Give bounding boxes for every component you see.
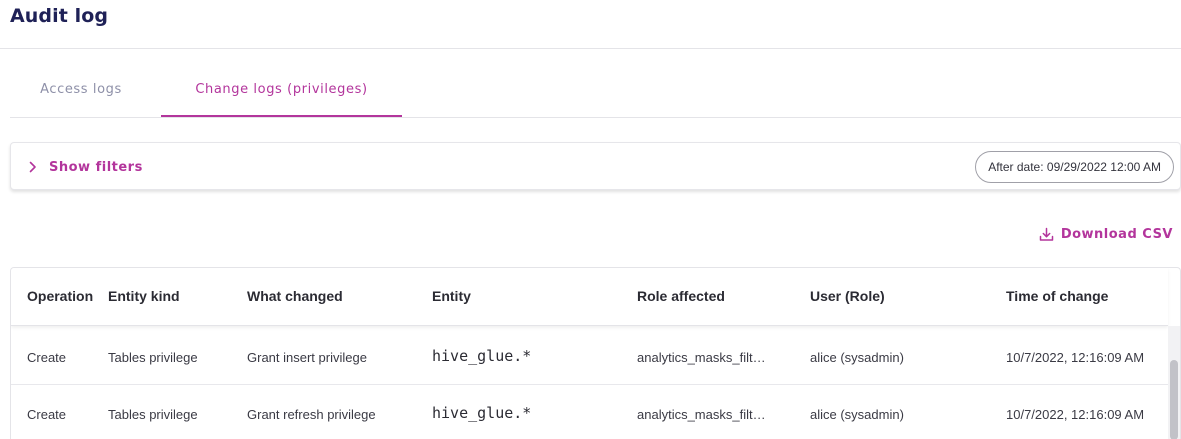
column-header-entity[interactable]: Entity: [432, 288, 471, 304]
table-header: Operation Entity kind What changed Entit…: [11, 268, 1168, 326]
cell-entity-kind: Tables privilege: [108, 407, 198, 422]
column-header-operation[interactable]: Operation: [27, 288, 93, 304]
tab-access-logs[interactable]: Access logs: [10, 70, 152, 117]
cell-entity: hive_glue.*: [432, 347, 532, 365]
column-header-time-of-change[interactable]: Time of change: [1006, 288, 1108, 304]
filters-panel: Show filters After date: 09/29/2022 12:0…: [10, 142, 1181, 190]
cell-time-of-change: 10/7/2022, 12:16:09 AM: [1006, 350, 1145, 365]
column-header-role-affected[interactable]: Role affected: [637, 288, 725, 304]
download-icon: [1039, 227, 1054, 241]
chevron-right-icon: [29, 161, 36, 173]
show-filters-toggle[interactable]: Show filters: [29, 156, 143, 178]
after-date-chip[interactable]: After date: 09/29/2022 12:00 AM: [975, 151, 1174, 183]
scrollbar-thumb[interactable]: [1170, 360, 1178, 439]
cell-what-changed: Grant refresh privilege: [247, 407, 376, 422]
table-row[interactable]: Create Tables privilege Grant insert pri…: [11, 328, 1168, 385]
cell-entity: hive_glue.*: [432, 404, 532, 422]
change-log-table: Operation Entity kind What changed Entit…: [10, 267, 1181, 439]
cell-entity-kind: Tables privilege: [108, 350, 198, 365]
show-filters-label: Show filters: [49, 159, 143, 175]
column-header-entity-kind[interactable]: Entity kind: [108, 288, 180, 304]
cell-role-affected: analytics_masks_filt…: [637, 350, 766, 365]
cell-role-affected: analytics_masks_filt…: [637, 407, 766, 422]
download-csv-label: Download CSV: [1060, 227, 1173, 242]
page-title: Audit log: [10, 5, 109, 27]
column-header-what-changed[interactable]: What changed: [247, 288, 343, 304]
table-scrollbar[interactable]: [1168, 326, 1180, 439]
header-divider: [0, 48, 1181, 49]
cell-user-role: alice (sysadmin): [810, 407, 904, 422]
tab-change-logs[interactable]: Change logs (privileges): [161, 70, 402, 117]
cell-time-of-change: 10/7/2022, 12:16:09 AM: [1006, 407, 1145, 422]
cell-operation: Create: [27, 407, 67, 422]
column-header-user-role[interactable]: User (Role): [810, 288, 885, 304]
cell-what-changed: Grant insert privilege: [247, 350, 367, 365]
table-row[interactable]: Create Tables privilege Grant refresh pr…: [11, 385, 1168, 439]
cell-operation: Create: [27, 350, 67, 365]
tab-bar: Access logs Change logs (privileges): [10, 70, 1181, 118]
cell-user-role: alice (sysadmin): [810, 350, 904, 365]
download-csv-button[interactable]: Download CSV: [1039, 227, 1173, 242]
